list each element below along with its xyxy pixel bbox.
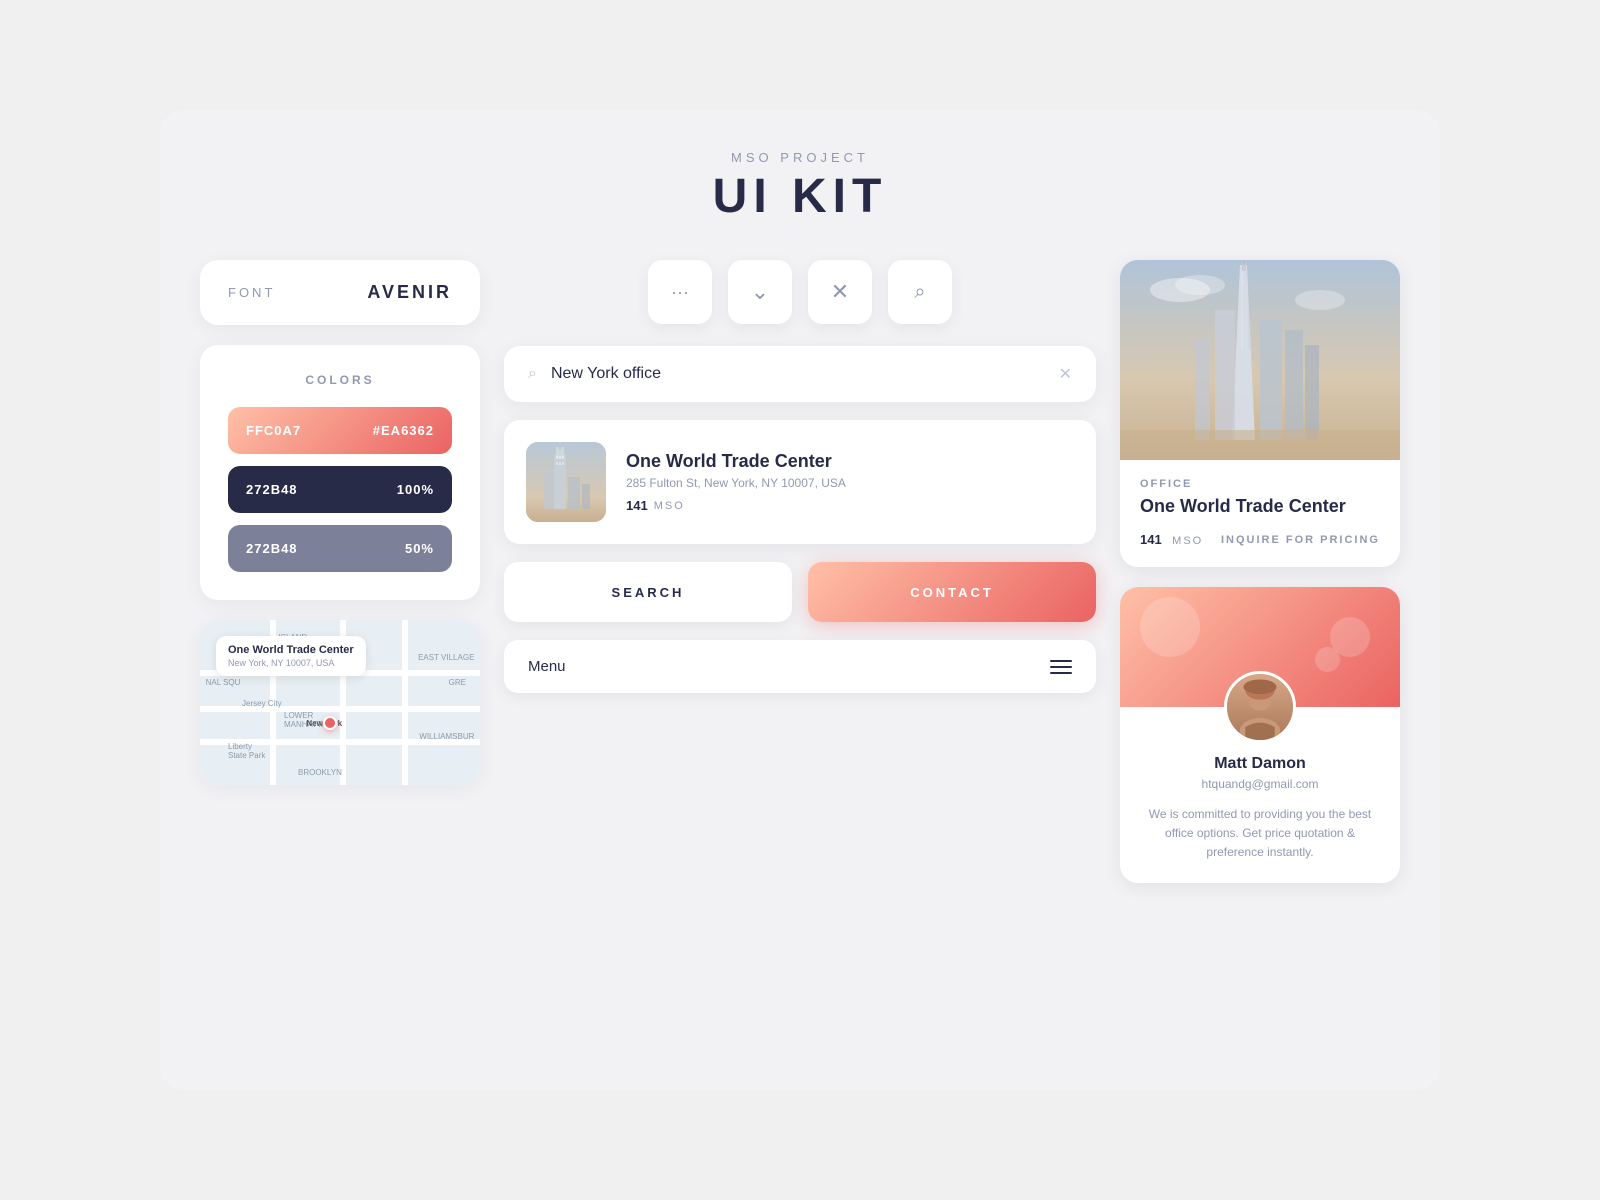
profile-email: htquandg@gmail.com bbox=[1140, 777, 1380, 791]
color-swatch-mid: 272B48 50% bbox=[228, 525, 452, 572]
swatch-dark-right: 100% bbox=[397, 482, 434, 497]
office-name: One World Trade Center bbox=[1140, 496, 1380, 517]
office-card-image bbox=[1120, 260, 1400, 460]
map-overlay: One World Trade Center New York, NY 1000… bbox=[216, 636, 366, 676]
menu-bar: Menu bbox=[504, 640, 1096, 693]
contact-action-button[interactable]: CONTACT bbox=[808, 562, 1096, 622]
profile-orb-3 bbox=[1315, 647, 1340, 672]
profile-avatar-container bbox=[1224, 671, 1296, 743]
hamburger-line-2 bbox=[1050, 666, 1072, 668]
result-name: One World Trade Center bbox=[626, 451, 1074, 472]
dots-button[interactable]: ··· bbox=[648, 260, 712, 324]
center-column: ··· ⌄ ✕ ⌕ ⌕ New York office ✕ bbox=[504, 260, 1096, 693]
left-column: FONT AVENIR COLORS FFC0A7 #EA6362 272B48… bbox=[200, 260, 480, 785]
icon-buttons-row: ··· ⌄ ✕ ⌕ bbox=[504, 260, 1096, 324]
office-card: OFFICE One World Trade Center 141 MSO IN… bbox=[1120, 260, 1400, 567]
result-address: 285 Fulton St, New York, NY 10007, USA bbox=[626, 476, 1074, 490]
right-column: OFFICE One World Trade Center 141 MSO IN… bbox=[1120, 260, 1400, 883]
dots-icon: ··· bbox=[671, 282, 689, 303]
font-card-label: FONT bbox=[228, 285, 275, 300]
result-meta: 141 MSO bbox=[626, 498, 1074, 513]
map-place-name: One World Trade Center bbox=[228, 644, 354, 656]
office-count-label: MSO bbox=[1172, 535, 1203, 547]
colors-card: COLORS FFC0A7 #EA6362 272B48 100% 272B48… bbox=[200, 345, 480, 600]
chevron-down-icon: ⌄ bbox=[751, 279, 769, 305]
office-footer: 141 MSO INQUIRE FOR PRICING bbox=[1140, 531, 1380, 549]
swatch-coral-left: FFC0A7 bbox=[246, 423, 301, 438]
swatch-mid-left: 272B48 bbox=[246, 541, 298, 556]
profile-orb-1 bbox=[1140, 597, 1200, 657]
swatch-dark-left: 272B48 bbox=[246, 482, 298, 497]
color-swatch-dark: 272B48 100% bbox=[228, 466, 452, 513]
office-count-group: 141 MSO bbox=[1140, 531, 1203, 549]
profile-header-background bbox=[1120, 587, 1400, 707]
color-swatch-coral: FFC0A7 #EA6362 bbox=[228, 407, 452, 454]
search-action-button[interactable]: SEARCH bbox=[504, 562, 792, 622]
search-button[interactable]: ⌕ bbox=[888, 260, 952, 324]
office-card-body: OFFICE One World Trade Center 141 MSO IN… bbox=[1120, 460, 1400, 567]
search-clear-icon[interactable]: ✕ bbox=[1059, 364, 1072, 384]
menu-label: Menu bbox=[528, 658, 566, 675]
close-icon: ✕ bbox=[831, 279, 849, 305]
page-header: MSO PROJECT UI KIT bbox=[200, 150, 1400, 224]
search-input[interactable]: New York office bbox=[551, 365, 1059, 383]
result-thumbnail bbox=[526, 442, 606, 522]
hamburger-line-3 bbox=[1050, 672, 1072, 674]
office-pricing: INQUIRE FOR PRICING bbox=[1221, 534, 1380, 546]
result-tag: MSO bbox=[654, 500, 685, 512]
main-grid: FONT AVENIR COLORS FFC0A7 #EA6362 272B48… bbox=[200, 260, 1400, 883]
action-buttons: SEARCH CONTACT bbox=[504, 562, 1096, 622]
map-card: One World Trade Center New York, NY 1000… bbox=[200, 620, 480, 785]
office-count: 141 bbox=[1140, 532, 1162, 547]
hamburger-line-1 bbox=[1050, 660, 1072, 662]
swatch-mid-right: 50% bbox=[405, 541, 434, 556]
profile-card: Matt Damon htquandg@gmail.com We is comm… bbox=[1120, 587, 1400, 883]
search-bar-icon: ⌕ bbox=[528, 365, 537, 383]
profile-name: Matt Damon bbox=[1140, 755, 1380, 773]
profile-description: We is committed to providing you the bes… bbox=[1140, 805, 1380, 863]
header-subtitle: MSO PROJECT bbox=[200, 150, 1400, 165]
chevron-down-button[interactable]: ⌄ bbox=[728, 260, 792, 324]
close-button[interactable]: ✕ bbox=[808, 260, 872, 324]
header-title: UI KIT bbox=[200, 169, 1400, 224]
search-icon: ⌕ bbox=[914, 281, 925, 304]
search-bar: ⌕ New York office ✕ bbox=[504, 346, 1096, 402]
colors-card-title: COLORS bbox=[228, 373, 452, 387]
result-card: One World Trade Center 285 Fulton St, Ne… bbox=[504, 420, 1096, 544]
avatar bbox=[1224, 671, 1296, 743]
result-count: 141 bbox=[626, 498, 648, 513]
font-card: FONT AVENIR bbox=[200, 260, 480, 325]
hamburger-menu-icon[interactable] bbox=[1050, 660, 1072, 674]
result-info: One World Trade Center 285 Fulton St, Ne… bbox=[626, 451, 1074, 513]
office-type: OFFICE bbox=[1140, 478, 1380, 490]
font-card-value: AVENIR bbox=[367, 282, 452, 303]
map-place-addr: New York, NY 10007, USA bbox=[228, 658, 354, 668]
swatch-coral-right: #EA6362 bbox=[373, 423, 434, 438]
